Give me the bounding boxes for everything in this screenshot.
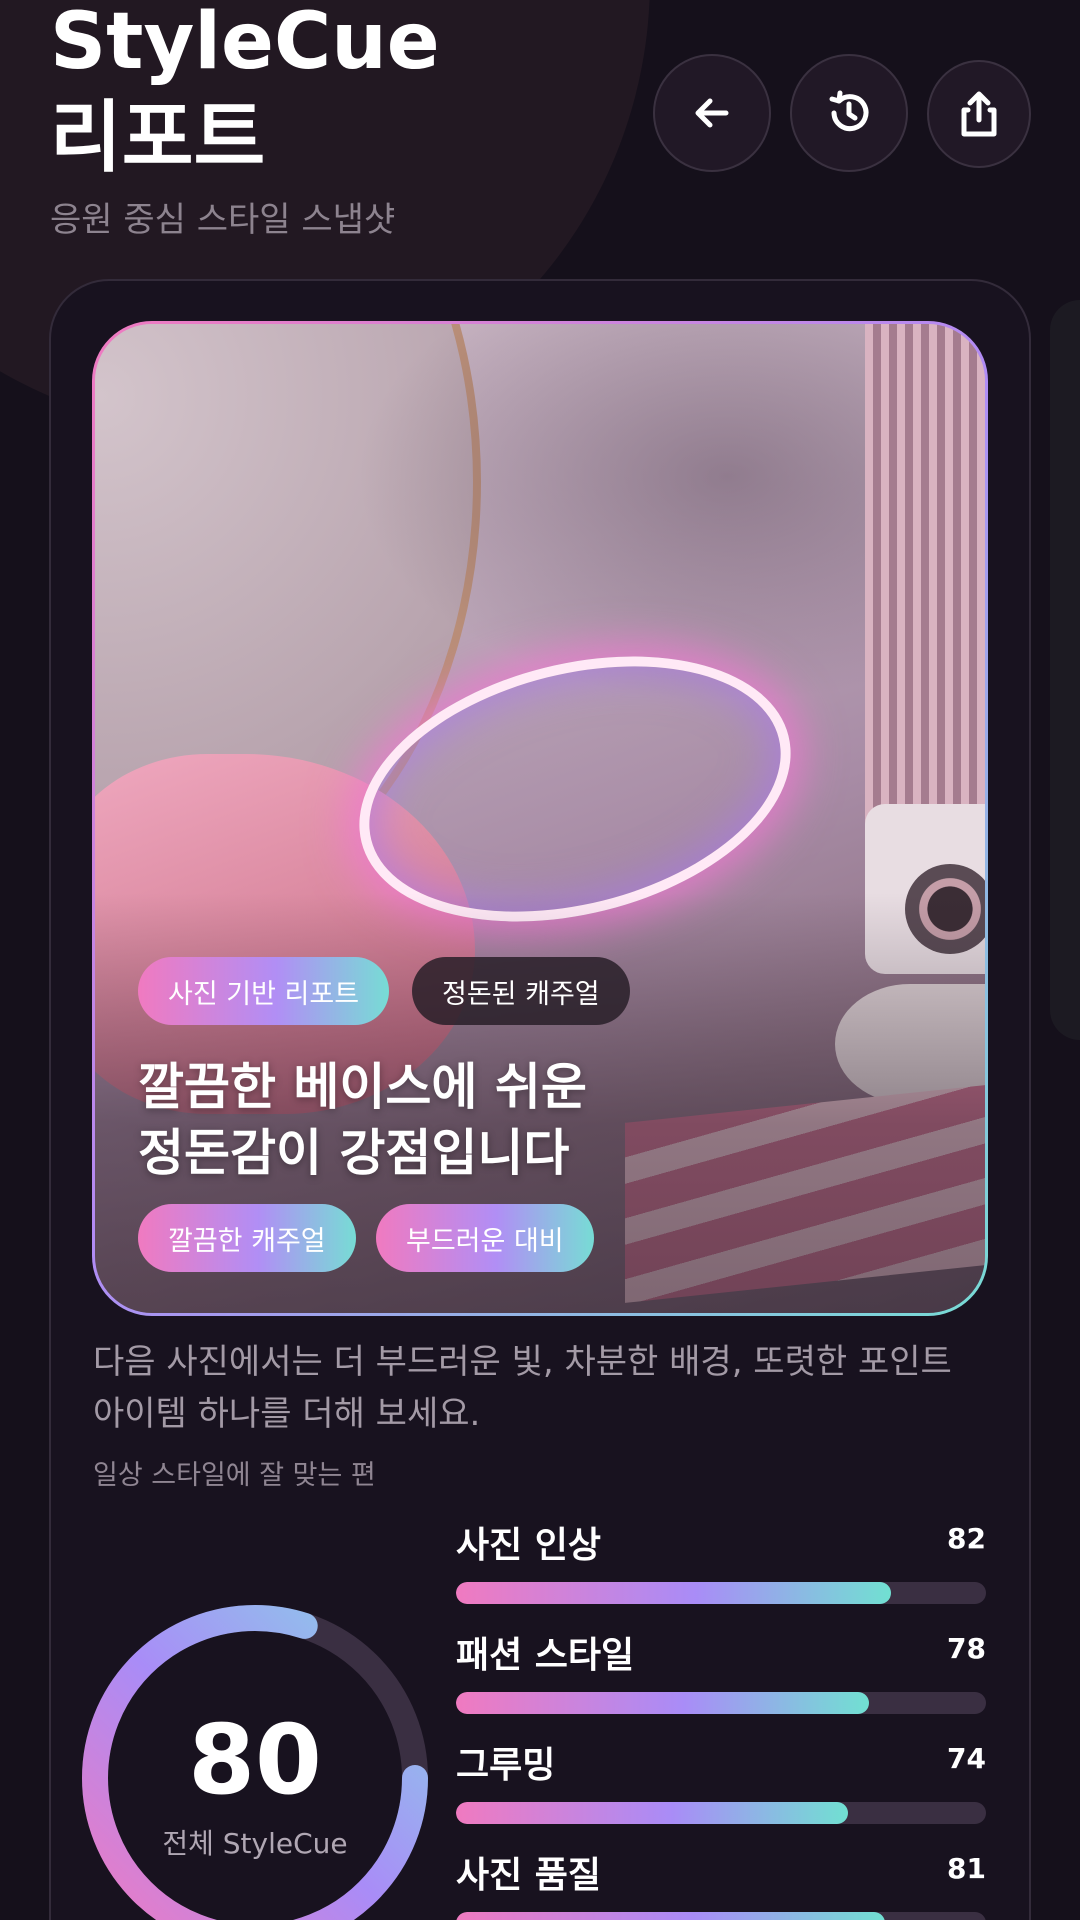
hero-headline-line-1: 깔끔한 베이스에 쉬운 [138, 1058, 587, 1116]
history-icon [829, 90, 869, 132]
share-button[interactable] [927, 60, 1031, 168]
background-decoration-right [1050, 300, 1080, 1040]
metric-fill [456, 1912, 886, 1920]
hero-headline: 깔끔한 베이스에 쉬운 정돈감이 강점입니다 [138, 1054, 587, 1186]
hero-photo: 사진 기반 리포트 정돈된 캐주얼 깔끔한 베이스에 쉬운 정돈감이 강점입니다… [95, 324, 985, 1313]
page-title: StyleCue 리포트 [50, 0, 440, 186]
page-title-line-1: StyleCue [50, 0, 440, 87]
page-title-line-2: 리포트 [50, 93, 266, 183]
stylecue-report-screen: StyleCue 리포트 응원 중심 스타일 스냅샷 사진 기반 리포트 정돈된… [0, 0, 1080, 1920]
overall-score-label: 전체 StyleCue [162, 1827, 348, 1860]
metric-value: 82 [947, 1522, 986, 1555]
back-arrow-icon [695, 98, 729, 128]
metric-value: 74 [947, 1742, 986, 1775]
back-button[interactable] [653, 54, 771, 172]
tag-soft-contrast: 부드러운 대비 [376, 1204, 594, 1272]
metric-track [456, 1802, 986, 1824]
metric-value: 81 [947, 1852, 986, 1885]
overall-score-value: 80 [188, 1704, 322, 1816]
metric-fill [456, 1582, 891, 1604]
metric-track [456, 1582, 986, 1604]
tag-clean-casual: 깔끔한 캐주얼 [138, 1204, 356, 1272]
hero-photo-frame: 사진 기반 리포트 정돈된 캐주얼 깔끔한 베이스에 쉬운 정돈감이 강점입니다… [92, 321, 988, 1316]
history-button[interactable] [790, 54, 908, 172]
metric-fill [456, 1692, 870, 1714]
metric-label: 사진 품질 [456, 1855, 602, 1896]
badge-photo-based-report: 사진 기반 리포트 [138, 957, 390, 1025]
share-icon [961, 91, 997, 137]
metric-label: 그루밍 [456, 1745, 556, 1786]
badge-style-type: 정돈된 캐주얼 [412, 957, 630, 1025]
fit-note: 일상 스타일에 잘 맞는 편 [93, 1460, 376, 1491]
metric-label: 사진 인상 [456, 1525, 602, 1566]
metric-fill [456, 1802, 849, 1824]
metric-value: 78 [947, 1632, 986, 1665]
hero-headline-line-2: 정돈감이 강점입니다 [138, 1124, 570, 1182]
advice-text: 다음 사진에서는 더 부드러운 빛, 차분한 배경, 또렷한 포인트 아이템 하… [93, 1342, 952, 1434]
metric-track [456, 1912, 986, 1920]
page-subtitle: 응원 중심 스타일 스냅샷 [50, 200, 396, 240]
metric-track [456, 1692, 986, 1714]
metric-label: 패션 스타일 [456, 1635, 635, 1676]
